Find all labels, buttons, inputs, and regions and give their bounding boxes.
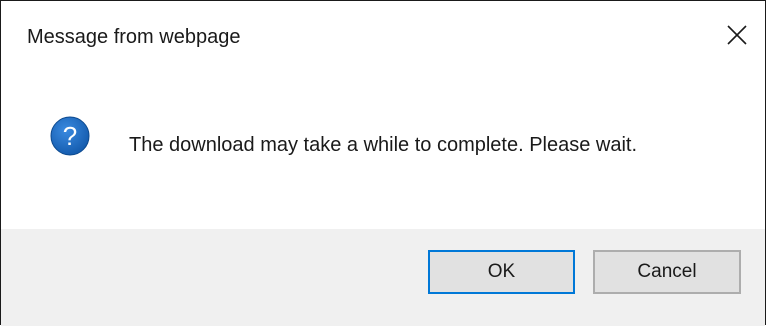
- button-bar: OK Cancel: [1, 229, 765, 326]
- message-dialog: Message from webpage ? The download may …: [0, 0, 766, 326]
- dialog-message: The download may take a while to complet…: [129, 134, 638, 156]
- dialog-content: ? The download may take a while to compl…: [1, 73, 765, 229]
- dialog-title: Message from webpage: [27, 26, 241, 48]
- close-button[interactable]: [715, 13, 759, 57]
- ok-button[interactable]: OK: [428, 250, 575, 294]
- svg-text:?: ?: [63, 121, 77, 151]
- title-bar: Message from webpage: [1, 1, 765, 73]
- close-icon: [727, 25, 747, 45]
- cancel-button[interactable]: Cancel: [593, 250, 741, 294]
- question-icon: ?: [50, 116, 90, 156]
